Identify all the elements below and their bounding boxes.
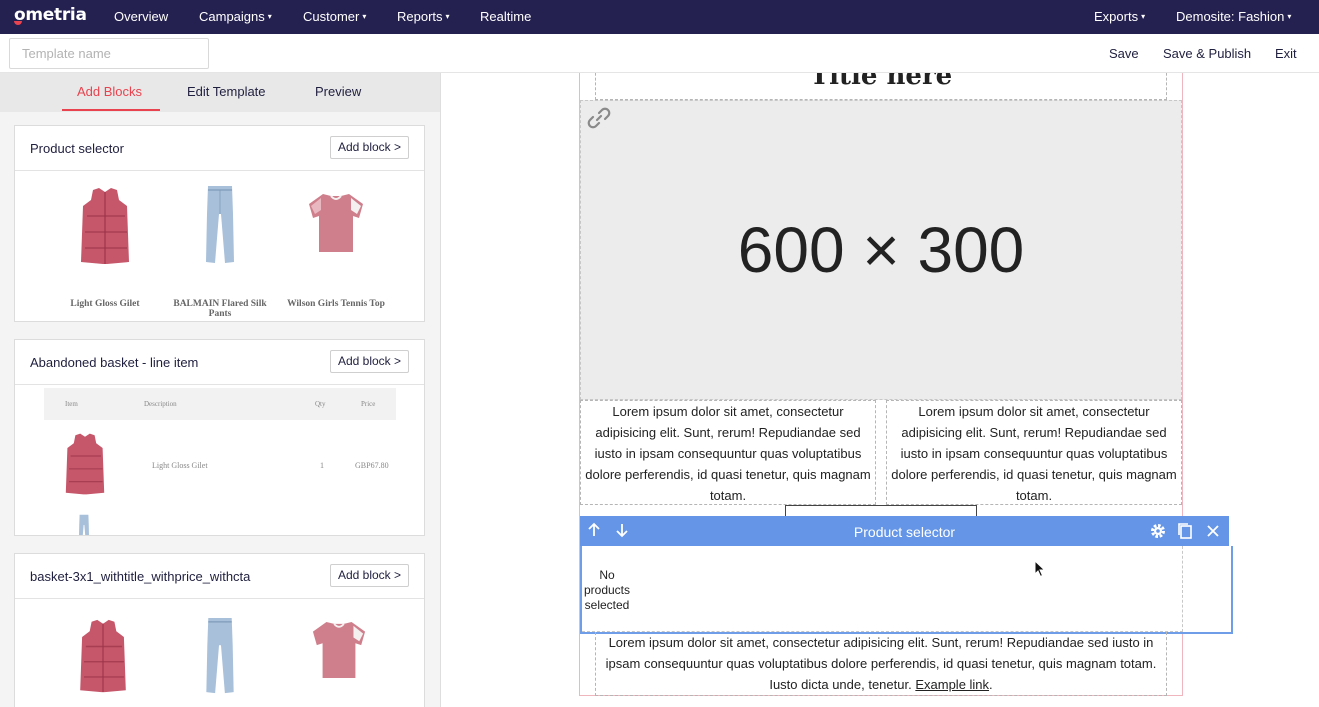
column-text: Lorem ipsum dolor sit amet, consectetur … xyxy=(891,404,1177,503)
card-title: Product selector xyxy=(30,141,124,156)
column-header: Description xyxy=(144,400,177,408)
chevron-down-icon: ▾ xyxy=(1287,12,1292,21)
nav-realtime[interactable]: Realtime xyxy=(480,9,531,24)
template-name-input[interactable] xyxy=(9,38,209,69)
text-column-left[interactable]: Lorem ipsum dolor sit amet, consectetur … xyxy=(580,400,876,505)
nav-campaigns[interactable]: Campaigns ▾ xyxy=(199,9,272,24)
column-header: Item xyxy=(65,400,78,408)
email-title: Title here xyxy=(809,73,953,91)
editor-toolbar: Save Save & Publish Exit xyxy=(0,34,1319,73)
exit-button[interactable]: Exit xyxy=(1275,46,1297,61)
nav-overview[interactable]: Overview xyxy=(114,9,168,24)
table-cell-description: Light Gloss Gilet xyxy=(152,461,208,470)
pants-thumbnail xyxy=(79,514,89,535)
tab-preview[interactable]: Preview xyxy=(315,84,361,99)
gear-icon[interactable] xyxy=(1149,522,1167,545)
hero-image-placeholder[interactable]: 600 × 300 xyxy=(580,100,1182,400)
product-name: BALMAIN Flared Silk Pants xyxy=(173,299,267,319)
pants-image xyxy=(206,617,234,694)
nav-exports[interactable]: Exports ▾ xyxy=(1094,9,1145,24)
product-name: Wilson Girls Tennis Top xyxy=(287,299,385,309)
block-toolbar: Product selector xyxy=(580,516,1229,546)
nav-overview-label: Overview xyxy=(114,9,169,24)
chevron-down-icon: ▾ xyxy=(267,12,272,21)
block-card-basket-3x1: basket-3x1_withtitle_withprice_withcta A… xyxy=(14,553,425,707)
chevron-down-icon: ▾ xyxy=(445,12,450,21)
product-name: Light Gloss Gilet xyxy=(70,299,140,309)
panel-tabs: Add Blocks Edit Template Preview xyxy=(0,73,440,112)
period-text: . xyxy=(989,677,993,692)
column-text: Lorem ipsum dolor sit amet, consectetur … xyxy=(585,404,871,503)
column-header: Qty xyxy=(315,400,326,408)
block-toolbar-title: Product selector xyxy=(853,524,956,540)
empty-state-text: No products selected xyxy=(583,568,631,612)
table-cell-qty: 1 xyxy=(320,461,324,470)
nav-realtime-label: Realtime xyxy=(480,9,532,24)
chevron-down-icon: ▾ xyxy=(1141,12,1146,21)
card-title: basket-3x1_withtitle_withprice_withcta xyxy=(30,569,251,584)
text-column-right[interactable]: Lorem ipsum dolor sit amet, consectetur … xyxy=(886,400,1182,505)
link-icon[interactable] xyxy=(586,105,612,131)
table-cell-price: GBP67.80 xyxy=(355,461,389,470)
pants-image xyxy=(206,186,234,263)
card-title: Abandoned basket - line item xyxy=(30,355,199,370)
blocks-panel: Add Blocks Edit Template Preview Product… xyxy=(0,73,441,707)
title-block[interactable]: Title here xyxy=(595,73,1167,100)
top-nav: ometria Overview Campaigns ▾ Customer ▾ Re… xyxy=(0,0,1319,34)
example-link[interactable]: Example link xyxy=(915,677,989,692)
ometria-logo[interactable]: ometria xyxy=(14,5,87,25)
nav-reports[interactable]: Reports ▾ xyxy=(397,9,450,24)
save-publish-button[interactable]: Save & Publish xyxy=(1163,46,1251,61)
basket-table-preview: Item Description Qty Price Light Gloss G… xyxy=(44,388,396,535)
block-card-abandoned-basket: Abandoned basket - line item Add block >… xyxy=(14,339,425,536)
tennis-top-image xyxy=(312,622,366,678)
nav-site-label: Demosite: Fashion xyxy=(1176,9,1285,24)
nav-campaigns-label: Campaigns xyxy=(199,9,265,24)
close-icon[interactable] xyxy=(1206,522,1220,545)
column-header: Price xyxy=(361,400,376,408)
duplicate-icon[interactable] xyxy=(1177,522,1193,545)
table-header: Item Description Qty Price xyxy=(44,388,396,420)
card-header: basket-3x1_withtitle_withprice_withcta A… xyxy=(15,554,424,599)
gilet-image xyxy=(81,188,129,264)
nav-customer-label: Customer xyxy=(303,9,360,24)
add-block-button[interactable]: Add block > xyxy=(329,564,409,587)
active-tab-indicator xyxy=(62,109,160,111)
footer-text-block[interactable]: Lorem ipsum dolor sit amet, consectetur … xyxy=(595,632,1167,696)
add-block-button[interactable]: Add block > xyxy=(329,136,409,159)
tennis-top-image xyxy=(309,194,363,252)
logo-text: ometria xyxy=(14,5,87,25)
mouse-cursor-icon xyxy=(1034,560,1046,578)
chevron-down-icon: ▾ xyxy=(362,12,367,21)
add-block-button[interactable]: Add block > xyxy=(329,350,409,373)
product-selector-block[interactable]: No products selected xyxy=(580,546,1233,634)
nav-site-selector[interactable]: Demosite: Fashion ▾ xyxy=(1176,9,1291,24)
block-outline xyxy=(582,546,1183,632)
nav-customer[interactable]: Customer ▾ xyxy=(303,9,366,24)
hero-size-label: 600 × 300 xyxy=(737,214,1025,286)
card-header: Product selector Add block > xyxy=(15,126,424,171)
footer-text: Lorem ipsum dolor sit amet, consectetur … xyxy=(605,635,1157,692)
tab-edit-template[interactable]: Edit Template xyxy=(187,84,266,99)
tab-add-blocks[interactable]: Add Blocks xyxy=(77,84,142,99)
gilet-image xyxy=(80,619,126,693)
block-card-product-selector: Product selector Add block > Light Gloss… xyxy=(14,125,425,322)
save-button[interactable]: Save xyxy=(1109,46,1139,61)
gilet-thumbnail xyxy=(65,433,105,495)
nav-reports-label: Reports xyxy=(397,9,443,24)
nav-exports-label: Exports xyxy=(1094,9,1139,24)
email-canvas: Title here 600 × 300 Lorem ipsum dolor s… xyxy=(441,73,1319,707)
card-header: Abandoned basket - line item Add block > xyxy=(15,340,424,385)
